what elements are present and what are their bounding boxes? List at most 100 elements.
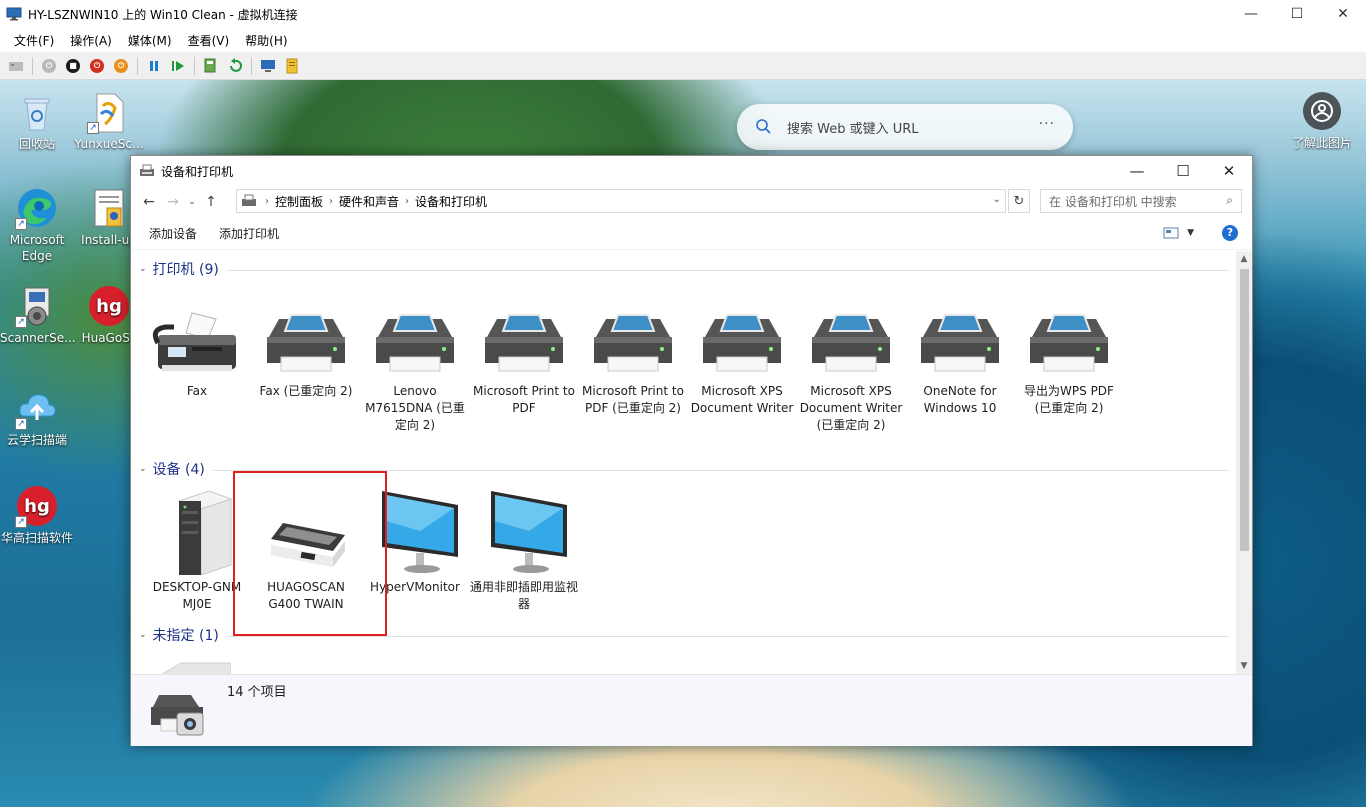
revert-icon[interactable]: [225, 56, 245, 76]
vm-connection-icon: [6, 7, 22, 21]
device-item-hypervmonitor[interactable]: HyperVMonitor: [361, 491, 469, 596]
learn-about-picture[interactable]: 了解此图片: [1292, 92, 1352, 151]
breadcrumb-control-panel[interactable]: 控制面板: [275, 193, 323, 210]
breadcrumb-devices-printers[interactable]: 设备和打印机: [415, 193, 487, 210]
printer-icon: [476, 295, 572, 379]
pause-icon[interactable]: [144, 56, 164, 76]
printer-item-ms-xps-redirected[interactable]: Microsoft XPS Document Writer (已重定向 2): [797, 295, 905, 434]
share-icon[interactable]: [282, 56, 302, 76]
item-label: HUAGOSCAN G400 TWAIN: [267, 580, 345, 611]
collapse-chevron-icon[interactable]: ⌄: [139, 264, 147, 274]
group-header-devices[interactable]: ⌄ 设备 (4): [139, 459, 1229, 479]
collapse-chevron-icon[interactable]: ⌄: [139, 630, 147, 640]
device-item-huagoscan[interactable]: HUAGOSCAN G400 TWAIN: [252, 491, 360, 613]
desktop-icon-yunxue[interactable]: ↗ YunxueSc...: [72, 90, 146, 152]
save-state-icon[interactable]: ⏻: [111, 56, 131, 76]
scrollbar-thumb[interactable]: [1240, 269, 1249, 551]
printer-item-ms-print-pdf-redirected[interactable]: Microsoft Print to PDF (已重定向 2): [579, 295, 687, 417]
group-title: 打印机 (9): [152, 262, 219, 278]
printer-item-fax-redirected[interactable]: Fax (已重定向 2): [252, 295, 360, 400]
host-close-button[interactable]: ✕: [1320, 0, 1366, 28]
group-header-printers[interactable]: ⌄ 打印机 (9): [139, 259, 1229, 279]
device-item-desktop[interactable]: DESKTOP-GNM MJ0E: [143, 491, 251, 613]
collapse-chevron-icon[interactable]: ⌄: [139, 464, 147, 474]
fax-machine-icon: [149, 295, 245, 379]
printer-item-wps-pdf[interactable]: 导出为WPS PDF (已重定向 2): [1015, 295, 1123, 417]
desktop-icon-label: ScannerSe...: [0, 331, 76, 345]
desktop-icon-edge[interactable]: ↗ Microsoft Edge: [0, 186, 74, 264]
chevron-down-icon[interactable]: ▼: [1187, 228, 1194, 238]
item-label: Microsoft Print to PDF (已重定向 2): [582, 384, 684, 415]
start-vm-icon[interactable]: ⏻: [39, 56, 59, 76]
printer-item-ms-print-pdf[interactable]: Microsoft Print to PDF: [470, 295, 578, 417]
host-minimize-button[interactable]: —: [1228, 0, 1274, 28]
scroll-down-icon[interactable]: ▼: [1236, 658, 1252, 674]
scroll-up-icon[interactable]: ▲: [1236, 251, 1252, 267]
printer-icon: [694, 295, 790, 379]
up-arrow-icon[interactable]: ↑: [199, 190, 223, 214]
printer-item-onenote[interactable]: OneNote for Windows 10: [906, 295, 1014, 417]
menu-action[interactable]: 操作(A): [62, 30, 120, 51]
explorer-close-button[interactable]: ✕: [1206, 156, 1252, 186]
menu-media[interactable]: 媒体(M): [120, 30, 180, 51]
toolbar-separator: [32, 56, 33, 75]
desktop-icon-label: 回收站: [18, 137, 55, 151]
huago-logo-icon: hg ↗: [15, 484, 59, 528]
search-icon: ⌕: [1226, 193, 1233, 207]
address-dropdown-icon[interactable]: ⌄: [993, 194, 1001, 205]
desktop-icon-label: YunxueSc...: [74, 137, 144, 151]
desktop-icon-recycle-bin[interactable]: 回收站: [0, 90, 74, 152]
checkpoint-icon[interactable]: [201, 56, 221, 76]
vertical-scrollbar[interactable]: ▲ ▼: [1236, 251, 1252, 674]
control-panel-icon: [242, 194, 256, 206]
desktop-icon-huago-scan[interactable]: hg ↗ 华高扫描软件: [0, 484, 74, 546]
item-label: 通用非即插即用监视器: [470, 580, 579, 611]
explorer-maximize-button[interactable]: ☐: [1160, 156, 1206, 186]
printer-item-fax[interactable]: Fax: [143, 295, 251, 400]
change-view-button[interactable]: ▼: [1163, 226, 1194, 240]
address-bar[interactable]: › 控制面板 › 硬件和声音 › 设备和打印机 ⌄: [236, 189, 1006, 213]
help-icon[interactable]: ?: [1222, 225, 1238, 241]
more-options-icon[interactable]: ···: [1039, 116, 1055, 132]
turn-off-icon[interactable]: ■: [63, 56, 83, 76]
shutdown-icon[interactable]: ⏻: [87, 56, 107, 76]
menu-file[interactable]: 文件(F): [6, 30, 62, 51]
devices-content-area: ⌄ 打印机 (9) Fax Fax (已重定向 2) Lenovo M7615D…: [131, 251, 1237, 674]
group-header-unspecified[interactable]: ⌄ 未指定 (1): [139, 625, 1229, 645]
shortcut-arrow-icon: ↗: [15, 516, 27, 528]
add-printer-button[interactable]: 添加打印机: [211, 221, 287, 246]
resume-icon[interactable]: [168, 56, 188, 76]
refresh-icon[interactable]: ↻: [1008, 189, 1030, 213]
printer-item-lenovo[interactable]: Lenovo M7615DNA (已重定向 2): [361, 295, 469, 434]
huago-logo-icon: hg: [87, 284, 131, 328]
desktop-icon-scanner-se[interactable]: ↗ ScannerSe...: [0, 284, 76, 346]
view-options-icon: [1163, 227, 1179, 239]
breadcrumb-hardware-sound[interactable]: 硬件和声音: [339, 193, 399, 210]
navigation-bar: ← → ⌄ ↑ › 控制面板 › 硬件和声音 › 设备和打印机 ⌄ ↻ 在 设备…: [131, 186, 1252, 218]
recycle-bin-icon: [15, 90, 59, 134]
unspecified-item-partial[interactable]: [161, 655, 232, 674]
explorer-minimize-button[interactable]: —: [1114, 156, 1160, 186]
item-label: Lenovo M7615DNA (已重定向 2): [365, 384, 465, 432]
host-toolbar: ⏻ ■ ⏻ ⏻: [0, 52, 1366, 80]
explorer-search-input[interactable]: 在 设备和打印机 中搜索 ⌕: [1040, 189, 1242, 213]
enhanced-session-icon[interactable]: [258, 56, 278, 76]
host-maximize-button[interactable]: ☐: [1274, 0, 1320, 28]
scanner-icon: [258, 491, 354, 575]
web-search-widget[interactable]: 搜索 Web 或键入 URL ···: [737, 104, 1073, 150]
menu-view[interactable]: 查看(V): [180, 30, 238, 51]
forward-arrow-icon[interactable]: →: [161, 190, 185, 214]
add-device-button[interactable]: 添加设备: [141, 221, 205, 246]
svg-text:hg: hg: [24, 496, 50, 517]
desktop-icon-label: 云学扫描端: [6, 433, 67, 447]
printer-icon: [912, 295, 1008, 379]
back-arrow-icon[interactable]: ←: [137, 190, 161, 214]
device-item-generic-monitor[interactable]: 通用非即插即用监视器: [470, 491, 578, 613]
printer-item-ms-xps[interactable]: Microsoft XPS Document Writer: [688, 295, 796, 417]
desktop-icon-yunxue-scan[interactable]: ↗ 云学扫描端: [0, 386, 74, 448]
menu-help[interactable]: 帮助(H): [237, 30, 295, 51]
recent-locations-chevron-icon[interactable]: ⌄: [185, 190, 199, 214]
ctrl-alt-del-icon[interactable]: [6, 56, 26, 76]
installer-icon: [87, 186, 131, 230]
item-label: Fax: [186, 384, 208, 398]
